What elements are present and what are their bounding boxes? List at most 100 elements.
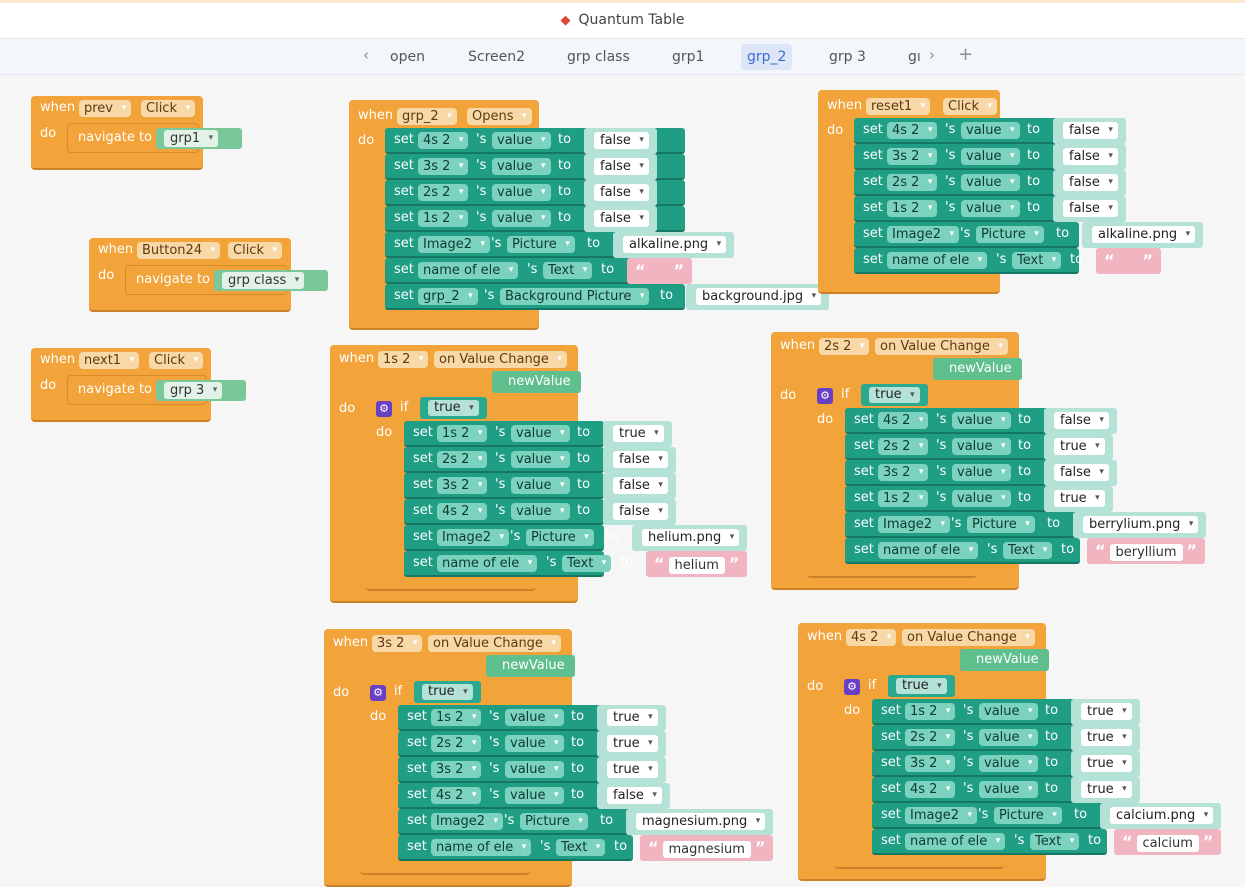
property-dropdown[interactable]: Text	[1003, 542, 1053, 559]
next1-event-dropdown[interactable]: Click	[149, 352, 203, 369]
component-dropdown[interactable]: Image2	[887, 226, 959, 243]
prev-navigate-block[interactable]: navigate to grp1	[67, 123, 243, 153]
component-dropdown[interactable]: 1s 2	[887, 200, 938, 217]
value-block[interactable]: false	[1053, 144, 1126, 170]
value-dropdown[interactable]: false	[1063, 174, 1118, 191]
component-dropdown[interactable]: 1s 2	[905, 703, 956, 720]
value-dropdown[interactable]: false	[594, 132, 649, 149]
text-value[interactable]: helium	[668, 557, 725, 574]
text-value[interactable]: calcium	[1136, 835, 1199, 852]
value-dropdown[interactable]: true	[607, 761, 658, 778]
text-string-block[interactable]: “”	[627, 258, 693, 284]
value-block[interactable]: false	[603, 473, 676, 499]
tab-grp-2[interactable]: grp_2	[741, 44, 793, 70]
component-dropdown[interactable]: name of ele	[418, 262, 519, 279]
condition-true-block[interactable]: true	[861, 384, 928, 406]
component-dropdown[interactable]: grp_2	[418, 288, 478, 305]
component-dropdown[interactable]: name of ele	[905, 833, 1006, 850]
new-value-parameter[interactable]: newValue	[960, 649, 1049, 671]
value-block[interactable]: background.jpg	[686, 284, 830, 310]
value-block[interactable]: false	[584, 154, 657, 180]
component-dropdown[interactable]: 4s 2	[431, 787, 482, 804]
text-value[interactable]: magnesium	[662, 841, 751, 858]
condition-dropdown[interactable]: true	[869, 387, 920, 403]
value-dropdown[interactable]: false	[613, 503, 668, 520]
value-block[interactable]: true	[1044, 434, 1113, 460]
value-dropdown[interactable]: calcium.png	[1110, 807, 1214, 824]
value-block[interactable]: false	[597, 783, 670, 809]
value-dropdown[interactable]: alkaline.png	[623, 236, 727, 253]
value-block[interactable]: berrylium.png	[1073, 512, 1207, 538]
button24-navigate-block[interactable]: navigate to grp class	[125, 265, 329, 295]
property-dropdown[interactable]: value	[952, 412, 1011, 429]
plus-icon[interactable]: +	[958, 44, 973, 65]
value-block[interactable]: true	[1071, 777, 1140, 803]
button24-component-dropdown[interactable]: Button24	[137, 242, 221, 259]
set-property-block[interactable]: set name of ele 's Textto	[398, 835, 633, 861]
value-block[interactable]: false	[584, 180, 657, 206]
gear-icon[interactable]: ⚙	[370, 685, 386, 701]
s1-event-dropdown[interactable]: on Value Change	[434, 351, 567, 368]
condition-dropdown[interactable]: true	[428, 400, 479, 416]
set-property-block[interactable]: set 1s 2 's valueto	[854, 196, 1079, 222]
value-block[interactable]: true	[1071, 751, 1140, 777]
property-dropdown[interactable]: value	[979, 703, 1038, 720]
text-string-block[interactable]: “magnesium”	[640, 835, 774, 861]
value-dropdown[interactable]: false	[594, 210, 649, 227]
set-property-block[interactable]: set Image2's Picture to	[854, 222, 1079, 248]
gear-icon[interactable]: ⚙	[817, 388, 833, 404]
component-dropdown[interactable]: Image2	[431, 813, 503, 830]
set-property-block[interactable]: set 1s 2 's valueto	[404, 421, 604, 447]
value-dropdown[interactable]: true	[607, 735, 658, 752]
reset1-component-dropdown[interactable]: reset1	[866, 98, 931, 115]
tab-grp-class[interactable]: grp class	[561, 44, 636, 70]
component-dropdown[interactable]: 3s 2	[418, 158, 469, 175]
set-property-block[interactable]: set name of ele 's Textto	[845, 538, 1080, 564]
set-property-block[interactable]: set 2s 2 's valueto	[854, 170, 1079, 196]
property-dropdown[interactable]: value	[492, 210, 551, 227]
value-dropdown[interactable]: false	[613, 477, 668, 494]
property-dropdown[interactable]: Text	[1012, 252, 1062, 269]
tab-screen2[interactable]: Screen2	[462, 44, 531, 70]
button24-target-dropdown[interactable]: grp class	[222, 272, 305, 289]
value-dropdown[interactable]: false	[613, 451, 668, 468]
value-block[interactable]: false	[584, 128, 657, 154]
component-dropdown[interactable]: 1s 2	[431, 709, 482, 726]
value-block[interactable]: true	[1071, 699, 1140, 725]
new-value-parameter[interactable]: newValue	[492, 371, 581, 393]
value-block[interactable]: false	[1053, 196, 1126, 222]
value-dropdown[interactable]: false	[1054, 464, 1109, 481]
value-block[interactable]: false	[603, 447, 676, 473]
component-dropdown[interactable]: 1s 2	[418, 210, 469, 227]
property-dropdown[interactable]: value	[492, 158, 551, 175]
value-block[interactable]: true	[597, 731, 666, 757]
property-dropdown[interactable]: value	[979, 781, 1038, 798]
chevron-right-icon[interactable]: ›	[929, 46, 935, 64]
property-dropdown[interactable]: value	[511, 503, 570, 520]
value-dropdown[interactable]: background.jpg	[696, 288, 822, 305]
value-dropdown[interactable]: true	[1054, 438, 1105, 455]
component-dropdown[interactable]: Image2	[437, 529, 509, 546]
property-dropdown[interactable]: Text	[562, 555, 612, 572]
gear-icon[interactable]: ⚙	[376, 401, 392, 417]
value-dropdown[interactable]: true	[1054, 490, 1105, 507]
s4-component-dropdown[interactable]: 4s 2	[846, 629, 897, 646]
next1-navigate-block[interactable]: navigate to grp 3	[67, 375, 247, 405]
value-dropdown[interactable]: alkaline.png	[1092, 226, 1196, 243]
property-dropdown[interactable]: value	[492, 184, 551, 201]
next1-target-screen[interactable]: grp 3	[156, 380, 247, 401]
chevron-left-icon[interactable]: ‹	[363, 46, 369, 64]
component-dropdown[interactable]: 3s 2	[437, 477, 488, 494]
next1-component-dropdown[interactable]: next1	[79, 352, 140, 369]
property-dropdown[interactable]: value	[979, 755, 1038, 772]
value-block[interactable]: false	[584, 206, 657, 232]
s3-event-dropdown[interactable]: on Value Change	[428, 635, 561, 652]
s2-component-dropdown[interactable]: 2s 2	[819, 338, 870, 355]
value-dropdown[interactable]: false	[594, 184, 649, 201]
property-dropdown[interactable]: value	[511, 451, 570, 468]
value-block[interactable]: false	[1053, 170, 1126, 196]
property-dropdown[interactable]: value	[961, 122, 1020, 139]
prev-target-dropdown[interactable]: grp1	[164, 130, 219, 147]
property-dropdown[interactable]: Text	[543, 262, 593, 279]
next1-event-block[interactable]: whennext1 Click do navigate to grp 3	[31, 348, 247, 422]
